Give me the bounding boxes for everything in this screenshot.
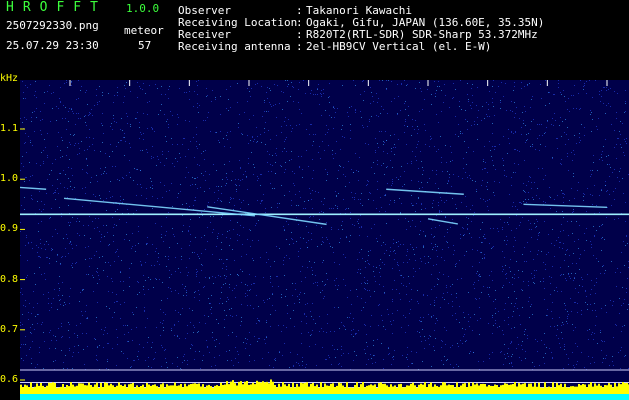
meteor-count: 57 <box>138 39 152 52</box>
spectrogram <box>20 80 629 400</box>
info-value-antenna: 2el-HB9CV Vertical (el. E-W) <box>306 40 492 53</box>
spectrogram-svg <box>20 80 629 400</box>
info-colon: : <box>296 40 303 53</box>
y-tick-label: 0.8 <box>0 273 19 285</box>
file-name: 2507292330.png <box>6 19 99 32</box>
date-time: 25.07.29 23:30 <box>6 39 99 52</box>
y-axis-unit: kHz <box>0 73 19 84</box>
y-tick-label: 1.1 <box>0 123 19 134</box>
info-key-antenna: Receiving antenna <box>178 40 291 53</box>
y-tick-label: 0.6 <box>0 374 19 385</box>
app-version: 1.0.0 <box>126 2 160 15</box>
meteor-label: meteor <box>124 24 164 37</box>
hrofft-screen: HROFFT 1.0.0 2507292330.png 25.07.29 23:… <box>0 0 629 400</box>
y-tick-label: 0.9 <box>0 223 19 235</box>
y-tick-label: 0.7 <box>0 323 19 335</box>
y-tick-label: 1.0 <box>0 173 19 185</box>
app-brand: HROFFT <box>6 0 107 15</box>
